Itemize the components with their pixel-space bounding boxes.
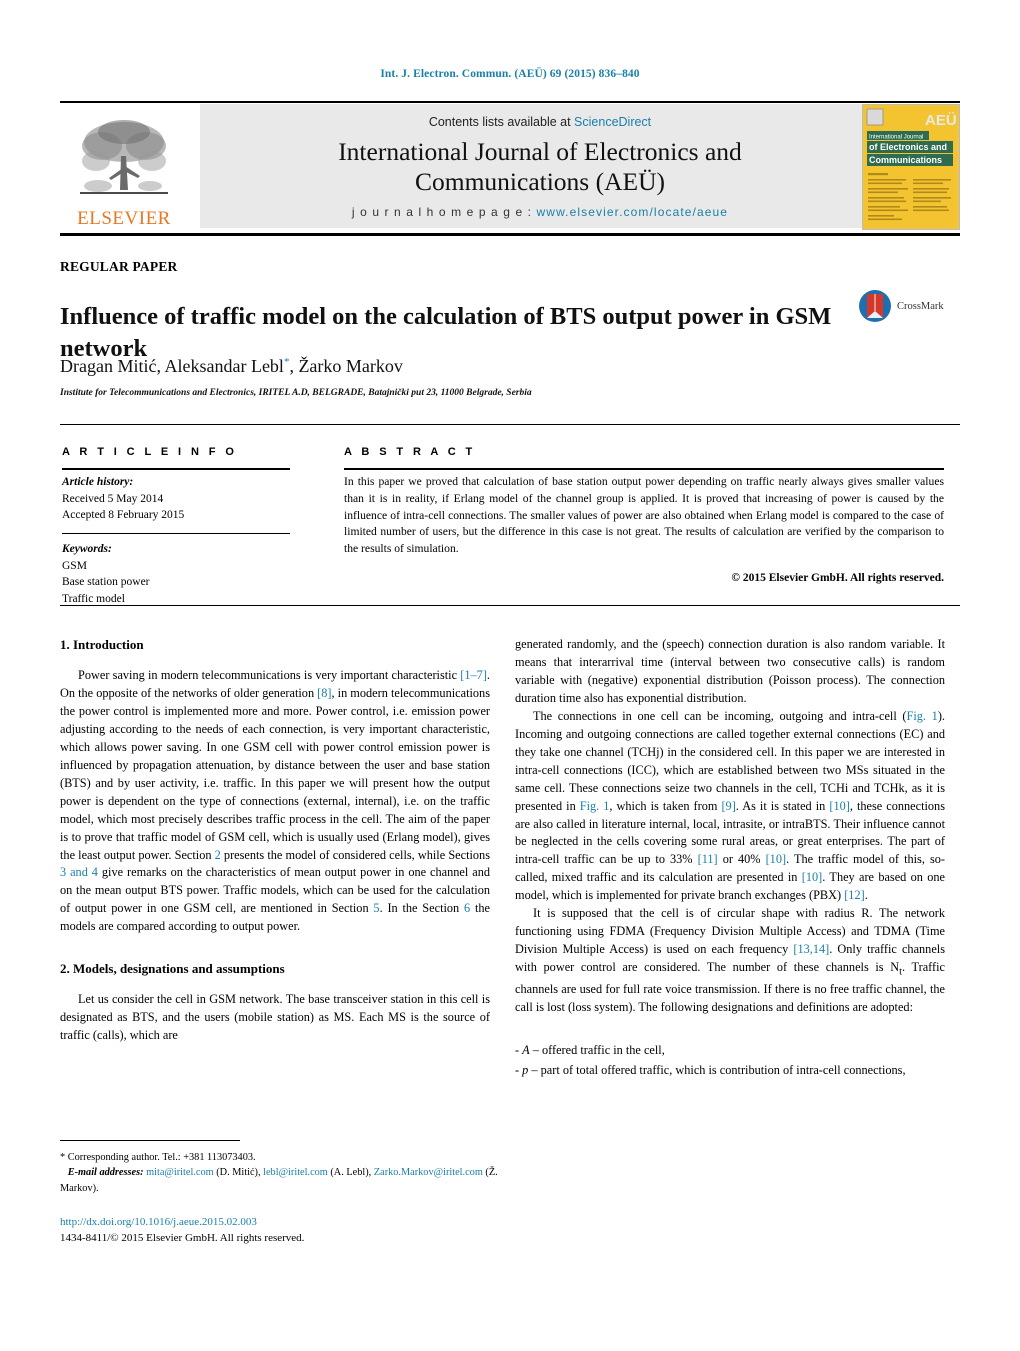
journal-band: Contents lists available at ScienceDirec… (200, 104, 880, 228)
section-heading-introduction: 1. Introduction (60, 637, 144, 652)
email-addresses-line: E-mail addresses: mita@iritel.com (D. Mi… (60, 1165, 500, 1196)
article-history-label: Article history: (62, 476, 134, 488)
citation-9[interactable]: [9] (721, 799, 735, 813)
doi-block: http://dx.doi.org/10.1016/j.aeue.2015.02… (60, 1215, 500, 1247)
svg-text:of Electronics and: of Electronics and (869, 142, 947, 152)
journal-title-line2: Communications (AEÜ) (414, 167, 665, 196)
footnote-rule (60, 1140, 240, 1141)
author-list: Dragan Mitić, Aleksandar Lebl*, Žarko Ma… (60, 356, 840, 377)
homepage-prefix: j o u r n a l h o m e p a g e : (351, 205, 537, 220)
elsevier-tree-icon (80, 120, 168, 194)
elsevier-logo: ELSEVIER (60, 104, 188, 228)
right-text-f: or 40% (717, 852, 766, 867)
abstract-heading: A B S T R A C T (344, 446, 476, 458)
journal-cover-thumbnail: AEÜ International Journal of Electronics… (862, 104, 960, 230)
definition-A-text: – offered traffic in the cell, (529, 1043, 665, 1058)
intro-text-f: . In the Section (379, 901, 464, 916)
link-sections-3-4[interactable]: 3 and 4 (60, 865, 98, 879)
citation-10-b[interactable]: [10] (766, 852, 787, 866)
authors-tail: , Žarko Markov (289, 356, 403, 376)
article-info-column: Article history: Received 5 May 2014 Acc… (62, 474, 312, 608)
paper-page: Int. J. Electron. Commun. (AEÜ) 69 (2015… (0, 0, 1020, 1351)
homepage-url[interactable]: www.elsevier.com/locate/aeue (537, 205, 729, 219)
models-paragraph: Let us consider the cell in GSM network.… (60, 992, 490, 1043)
issn-copyright-line: 1434-8411/© 2015 Elsevier GmbH. All righ… (60, 1231, 305, 1244)
right-paragraph-3: It is supposed that the cell is of circu… (515, 905, 945, 1016)
intro-text-a: Power saving in modern telecommunication… (78, 667, 461, 682)
citation-10-c[interactable]: [10] (802, 870, 823, 884)
email-link-markov[interactable]: Zarko.Markov@iritel.com (374, 1167, 483, 1178)
journal-title: International Journal of Electronics and… (338, 137, 742, 197)
right-text-c: , which is taken from (609, 798, 722, 813)
accepted-date: Accepted 8 February 2015 (62, 509, 185, 522)
definition-item: - p – part of total offered traffic, whi… (515, 1063, 906, 1078)
keyword-item: GSM (62, 559, 87, 572)
definitions-list: - A – offered traffic in the cell, - p –… (515, 1042, 945, 1080)
page-title: Influence of traffic model on the calcul… (60, 303, 832, 362)
crossmark-badge[interactable]: CrossMark (858, 283, 950, 329)
journal-title-line1: International Journal of Electronics and (338, 136, 742, 166)
authors-main: Dragan Mitić, Aleksandar Lebl (60, 356, 284, 376)
info-section-top-rule (60, 424, 960, 425)
doi-link[interactable]: http://dx.doi.org/10.1016/j.aeue.2015.02… (60, 1215, 500, 1231)
crossmark-icon (859, 290, 891, 322)
link-fig-1-b[interactable]: Fig. 1 (580, 799, 610, 813)
masthead-top-rule (60, 101, 960, 103)
info-divider (62, 533, 290, 535)
section-heading-models: 2. Models, designations and assumptions (60, 961, 285, 977)
right-text-d: . As it is stated in (735, 798, 830, 813)
symbol-A: A (522, 1043, 530, 1058)
email-link-mitic[interactable]: mita@iritel.com (146, 1167, 214, 1178)
keyword-item: Base station power (62, 576, 150, 589)
abstract-text: In this paper we proved that calculation… (344, 475, 944, 556)
email-link-lebl[interactable]: lebl@iritel.com (263, 1167, 328, 1178)
received-date: Received 5 May 2014 (62, 492, 164, 505)
cover-art-icon: AEÜ International Journal of Electronics… (863, 105, 957, 227)
citation-1-7[interactable]: [1–7] (460, 668, 487, 682)
keywords-label: Keywords: (62, 543, 112, 556)
body-column-left: 1. Introduction Power saving in modern t… (60, 636, 490, 1045)
running-head: Int. J. Electron. Commun. (AEÜ) 69 (2015… (380, 68, 640, 80)
email-owner-lebl: (A. Lebl), (327, 1167, 374, 1179)
citation-8[interactable]: [8] (317, 686, 331, 700)
contents-line: Contents lists available at ScienceDirec… (429, 115, 651, 129)
intro-text-d: presents the model of considered cells, … (220, 847, 490, 862)
journal-homepage-line: j o u r n a l h o m e p a g e : www.else… (352, 205, 728, 219)
corresponding-author-note: * Corresponding author. Tel.: +381 11307… (60, 1152, 256, 1163)
crossmark-label: CrossMark (897, 300, 944, 312)
right-text-b: ). Incoming and outgoing connections are… (515, 708, 945, 813)
masthead-bottom-rule (60, 233, 960, 236)
svg-text:AEÜ: AEÜ (925, 112, 957, 129)
affiliation: Institute for Telecommunications and Ele… (60, 388, 532, 398)
intro-paragraph: Power saving in modern telecommunication… (60, 667, 490, 936)
right-paragraph-1: generated randomly, and the (speech) con… (515, 637, 945, 705)
contents-prefix: Contents lists available at (428, 114, 575, 129)
definition-item: - A – offered traffic in the cell, (515, 1043, 665, 1058)
right-text-i: . (864, 888, 868, 903)
intro-text-c: , in modern telecommunications the power… (60, 685, 490, 862)
article-info-heading: A R T I C L E I N F O (62, 446, 238, 458)
footnote-block: * Corresponding author. Tel.: +381 11307… (60, 1150, 500, 1196)
body-column-right: generated randomly, and the (speech) con… (515, 636, 945, 1082)
citation-10-a[interactable]: [10] (829, 799, 850, 813)
svg-text:International Journal: International Journal (869, 135, 923, 141)
citation-13-14[interactable]: [13,14] (793, 942, 829, 956)
email-label: E-mail addresses: (67, 1167, 144, 1179)
citation-11[interactable]: [11] (698, 852, 718, 866)
abstract-heading-rule (344, 468, 944, 470)
elsevier-wordmark: ELSEVIER (77, 208, 171, 229)
right-paragraph-2: The connections in one cell can be incom… (515, 708, 945, 905)
journal-masthead: ELSEVIER Contents lists available at Sci… (60, 104, 960, 230)
citation-12[interactable]: [12] (844, 888, 865, 902)
info-heading-rule (62, 468, 290, 470)
link-fig-1-a[interactable]: Fig. 1 (907, 709, 938, 723)
email-owner-mitic: (D. Mitić), (213, 1167, 264, 1179)
article-type-label: REGULAR PAPER (60, 259, 178, 274)
right-text-a: The connections in one cell can be incom… (533, 708, 907, 723)
abstract-bottom-rule (60, 605, 960, 606)
sciencedirect-link[interactable]: ScienceDirect (574, 115, 651, 129)
abstract-copyright: © 2015 Elsevier GmbH. All rights reserve… (731, 572, 944, 584)
definition-p-text: – part of total offered traffic, which i… (528, 1063, 906, 1078)
svg-text:Communications: Communications (869, 155, 942, 165)
